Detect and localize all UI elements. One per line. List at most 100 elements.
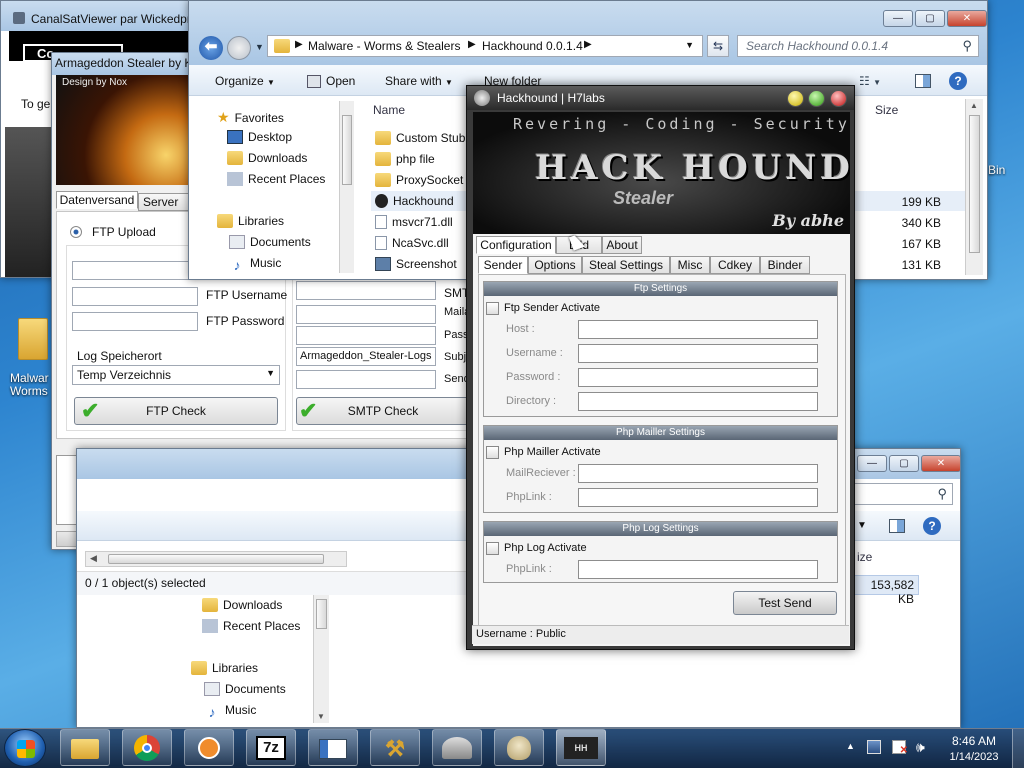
preview-pane-icon[interactable] xyxy=(915,74,931,88)
tab-datenversand[interactable]: Datenversand xyxy=(56,191,138,209)
taskbar-media-player-icon[interactable] xyxy=(184,729,234,766)
ftp-password-input[interactable] xyxy=(72,312,198,331)
volume-icon[interactable]: 🕪 xyxy=(916,739,925,756)
maximize-button[interactable]: ▢ xyxy=(889,455,919,472)
scroll-up-icon[interactable]: ▲ xyxy=(970,101,978,110)
tree-scrollbar[interactable]: ▼ xyxy=(313,595,329,723)
tab-options[interactable]: Options xyxy=(528,256,582,274)
tab-server-settings[interactable]: Server Se xyxy=(138,193,192,225)
ftp-check-button[interactable]: ✔ FTP Check xyxy=(74,397,278,425)
tree-item-recent-places[interactable]: Recent Places xyxy=(227,172,325,186)
file-row[interactable]: NcaSvc.dll xyxy=(375,236,449,250)
ftp-directory-input[interactable] xyxy=(578,392,818,411)
tab-binder[interactable]: Binder xyxy=(760,256,810,274)
tree-item-desktop[interactable]: Desktop xyxy=(227,130,292,144)
ftp-host-input[interactable] xyxy=(72,261,198,280)
taskbar-explorer-icon[interactable] xyxy=(60,729,110,766)
file-row[interactable]: Custom Stub xyxy=(375,131,465,145)
search-input[interactable]: ⚲ xyxy=(849,483,953,505)
share-with-menu[interactable]: Share with ▼ xyxy=(385,74,453,88)
smtp-mail-input[interactable] xyxy=(296,305,436,324)
help-icon[interactable]: ? xyxy=(949,72,967,90)
show-desktop-button[interactable] xyxy=(1012,729,1024,768)
taskbar-canalsat-icon[interactable] xyxy=(432,729,482,766)
maximize-button[interactable] xyxy=(808,90,825,107)
address-bar[interactable]: ▶ Malware - Worms & Stealers ▶ Hackhound… xyxy=(267,35,703,57)
taskbar-7zip-icon[interactable]: 7z xyxy=(246,729,296,766)
minimize-button[interactable] xyxy=(787,90,804,107)
smtp-sender-input[interactable] xyxy=(296,370,436,389)
scroll-down-icon[interactable]: ▼ xyxy=(317,712,325,721)
taskbar-skull-icon[interactable] xyxy=(494,729,544,766)
breadcrumb-item[interactable]: Malware - Worms & Stealers xyxy=(308,39,460,53)
size-column-header[interactable]: ize xyxy=(857,550,872,564)
open-button[interactable]: Open xyxy=(307,74,355,88)
file-row[interactable]: php file xyxy=(375,152,435,166)
php-mailer-checkbox[interactable] xyxy=(486,446,499,459)
minimize-button[interactable]: — xyxy=(883,10,913,27)
tab-configuration[interactable]: Configuration xyxy=(476,236,556,254)
start-button[interactable] xyxy=(4,729,46,767)
network-icon[interactable] xyxy=(867,740,881,754)
php-log-checkbox[interactable] xyxy=(486,542,499,555)
tree-item-music[interactable]: ♪ Music xyxy=(229,256,282,273)
column-header-size[interactable]: Size xyxy=(875,103,898,117)
tab-misc[interactable]: Misc xyxy=(670,256,710,274)
tree-item-recent-places[interactable]: Recent Places xyxy=(202,619,300,633)
tree-item-music[interactable]: ♪ Music xyxy=(204,703,257,720)
ftp-sender-checkbox[interactable] xyxy=(486,302,499,315)
smtp-subject-input[interactable]: Armageddon_Stealer-Logs xyxy=(296,347,436,366)
clock-date[interactable]: 1/14/2023 xyxy=(946,751,1002,763)
file-row[interactable]: ProxySocket xyxy=(375,173,463,187)
maximize-button[interactable]: ▢ xyxy=(915,10,945,27)
close-button[interactable]: ✕ xyxy=(947,10,987,27)
tree-item-libraries[interactable]: Libraries xyxy=(217,214,284,228)
file-list-scrollbar[interactable]: ▲ xyxy=(965,99,983,275)
tree-item-downloads[interactable]: Downloads xyxy=(227,151,307,165)
refresh-button[interactable]: ⇆ xyxy=(707,35,729,57)
back-button[interactable]: ⬅ xyxy=(199,36,223,60)
file-row[interactable]: msvcr71.dll xyxy=(375,215,453,229)
tree-scrollbar[interactable] xyxy=(339,101,354,273)
organize-menu[interactable]: Organize ▼ xyxy=(215,74,275,88)
chevron-down-icon[interactable]: ▼ xyxy=(685,40,694,50)
smtp-check-button[interactable]: ✔ SMTP Check xyxy=(296,397,470,425)
action-center-icon[interactable]: ✕ xyxy=(892,740,908,756)
tab-steal-settings[interactable]: Steal Settings xyxy=(582,256,670,274)
clock-time[interactable]: 8:46 AM xyxy=(950,734,998,748)
column-header-name[interactable]: Name xyxy=(373,103,405,117)
preview-pane-icon[interactable] xyxy=(889,519,905,533)
ftp-password-input[interactable] xyxy=(578,368,818,387)
view-dropdown-icon[interactable]: ▼ xyxy=(857,520,867,531)
ftp-username-input[interactable] xyxy=(578,344,818,363)
smtp-password-input[interactable] xyxy=(296,326,436,345)
help-icon[interactable]: ? xyxy=(923,517,941,535)
forward-button[interactable] xyxy=(227,36,251,60)
close-button[interactable]: ✕ xyxy=(921,455,961,472)
search-input[interactable]: Search Hackhound 0.0.1.4 ⚲ xyxy=(737,35,979,57)
ftp-upload-radio[interactable] xyxy=(70,226,82,238)
scroll-left-icon[interactable]: ◀ xyxy=(90,553,97,564)
taskbar-hackhound-icon[interactable]: HH xyxy=(556,729,606,766)
tree-item-documents[interactable]: Documents xyxy=(229,235,311,249)
tree-item-libraries[interactable]: Libraries xyxy=(191,661,258,675)
ftp-host-input[interactable] xyxy=(578,320,818,339)
taskbar-chrome-icon[interactable] xyxy=(122,729,172,766)
tree-item-documents[interactable]: Documents xyxy=(204,682,286,696)
minimize-button[interactable]: — xyxy=(857,455,887,472)
tree-item-favorites[interactable]: ★ Favorites xyxy=(217,109,284,126)
file-row[interactable]: Screenshot xyxy=(375,257,457,271)
test-send-button[interactable]: Test Send xyxy=(733,591,837,615)
breadcrumb-item[interactable]: Hackhound 0.0.1.4 xyxy=(482,39,583,53)
taskbar-window-icon[interactable] xyxy=(308,729,358,766)
log-location-select[interactable]: Temp Verzeichnis ▼ xyxy=(72,365,280,385)
smtp-server-input[interactable] xyxy=(296,281,436,300)
desktop-folder-icon[interactable] xyxy=(16,318,50,366)
tab-about[interactable]: About xyxy=(602,236,642,254)
view-options-icon[interactable]: ☷ ▼ xyxy=(859,74,881,88)
php-log-link-input[interactable] xyxy=(578,560,818,579)
tab-cdkey[interactable]: Cdkey xyxy=(710,256,760,274)
close-button[interactable] xyxy=(830,90,847,107)
tab-sender[interactable]: Sender xyxy=(478,256,528,274)
horizontal-scrollbar[interactable]: ◀ xyxy=(85,551,347,567)
